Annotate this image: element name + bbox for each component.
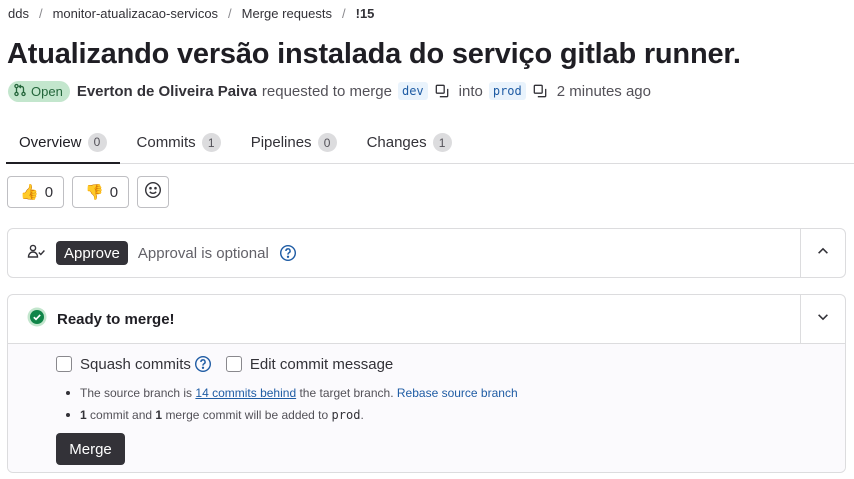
page-title: Atualizando versão instalada do serviço … — [7, 38, 741, 70]
target-branch-name: prod — [331, 408, 361, 422]
tab-label: Overview — [19, 133, 82, 151]
approval-row: Approve Approval is optional — [8, 229, 845, 277]
mr-meta: Open Everton de Oliveira Paiva requested… — [8, 80, 651, 102]
thumbs-up-icon: 👍 — [20, 184, 39, 201]
breadcrumb-mr-id[interactable]: !15 — [356, 6, 375, 21]
thumbs-up-button[interactable]: 👍 0 — [7, 176, 65, 208]
chevron-up-icon — [816, 244, 830, 263]
merge-info-list: The source branch is 14 commits behind t… — [56, 382, 845, 426]
chevron-down-icon — [816, 310, 830, 329]
merge-commit-count: 1 — [155, 408, 163, 422]
status-badge: Open — [8, 80, 70, 102]
rebase-source-branch-button[interactable]: Rebase source branch — [397, 386, 518, 400]
tab-overview[interactable]: Overview 0 — [6, 122, 120, 164]
squash-commits-checkbox[interactable] — [56, 356, 72, 372]
target-branch[interactable]: prod — [488, 82, 526, 100]
approve-button[interactable]: Approve — [56, 241, 128, 265]
source-branch[interactable]: dev — [397, 82, 428, 100]
merge-widget: Ready to merge! Squash commits Edit comm… — [7, 294, 846, 473]
expand-merge-button[interactable] — [800, 295, 845, 343]
tab-count: 1 — [432, 133, 452, 152]
info-text: commit and — [90, 408, 153, 422]
mr-tabs: Overview 0 Commits 1 Pipelines 0 Changes… — [6, 122, 854, 164]
tab-label: Changes — [366, 134, 427, 151]
edit-commit-message-label[interactable]: Edit commit message — [250, 356, 393, 373]
status-badge-label: Open — [31, 83, 63, 99]
tab-pipelines[interactable]: Pipelines 0 — [238, 122, 350, 163]
breadcrumb-separator: / — [38, 6, 43, 21]
tab-count: 0 — [87, 132, 107, 152]
squash-commits-label[interactable]: Squash commits — [80, 356, 191, 373]
requested-text: requested to merge — [261, 82, 392, 100]
author-link[interactable]: Everton de Oliveira Paiva — [77, 83, 257, 100]
into-text: into — [458, 82, 483, 100]
collapse-approval-button[interactable] — [800, 229, 845, 277]
merge-options: Squash commits Edit commit message The s… — [8, 344, 845, 472]
question-icon[interactable] — [279, 244, 297, 262]
merge-button[interactable]: Merge — [56, 433, 125, 465]
tab-label: Commits — [136, 134, 196, 151]
add-reaction-button[interactable] — [137, 176, 170, 208]
breadcrumb-separator: / — [342, 6, 346, 21]
copy-icon[interactable] — [433, 82, 451, 100]
thumbs-down-button[interactable]: 👎 0 — [72, 176, 130, 208]
breadcrumb: dds / monitor-atualizacao-servicos / Mer… — [8, 6, 374, 21]
thumbs-up-count: 0 — [44, 183, 54, 201]
tab-changes[interactable]: Changes 1 — [354, 122, 465, 163]
breadcrumb-separator: / — [228, 6, 232, 21]
approval-status: Approval is optional — [137, 244, 269, 262]
copy-icon[interactable] — [531, 82, 549, 100]
question-icon[interactable] — [194, 355, 212, 373]
breadcrumb-merge-requests[interactable]: Merge requests — [242, 6, 332, 21]
info-text: the target branch. — [299, 386, 394, 400]
merge-status-row: Ready to merge! — [8, 295, 845, 344]
thumbs-down-icon: 👎 — [85, 184, 104, 201]
info-text: The source branch is — [80, 386, 193, 400]
merge-status-title: Ready to merge! — [57, 310, 175, 328]
smiley-icon — [144, 181, 162, 203]
list-item: The source branch is 14 commits behind t… — [56, 382, 845, 404]
breadcrumb-project[interactable]: monitor-atualizacao-servicos — [53, 6, 218, 21]
approval-user-icon — [27, 243, 47, 264]
tab-count: 0 — [317, 133, 337, 152]
merge-request-icon — [13, 83, 27, 100]
commit-count: 1 — [80, 408, 87, 422]
approval-widget: Approve Approval is optional — [7, 228, 846, 278]
award-emoji-bar: 👍 0 👎 0 — [7, 176, 170, 208]
tab-label: Pipelines — [250, 134, 312, 151]
info-text: . — [360, 408, 364, 422]
commits-behind-link[interactable]: 14 commits behind — [195, 386, 296, 400]
timestamp: 2 minutes ago — [556, 82, 651, 100]
list-item: 1 commit and 1 merge commit will be adde… — [56, 404, 845, 426]
tab-commits[interactable]: Commits 1 — [124, 122, 234, 163]
tab-count: 1 — [201, 133, 221, 152]
thumbs-down-count: 0 — [109, 183, 119, 201]
info-text: merge commit will be added to — [165, 408, 329, 422]
breadcrumb-group[interactable]: dds — [8, 6, 29, 21]
edit-commit-message-checkbox[interactable] — [225, 356, 242, 372]
check-circle-icon — [27, 307, 47, 332]
merge-checkboxes: Squash commits Edit commit message — [56, 354, 845, 374]
